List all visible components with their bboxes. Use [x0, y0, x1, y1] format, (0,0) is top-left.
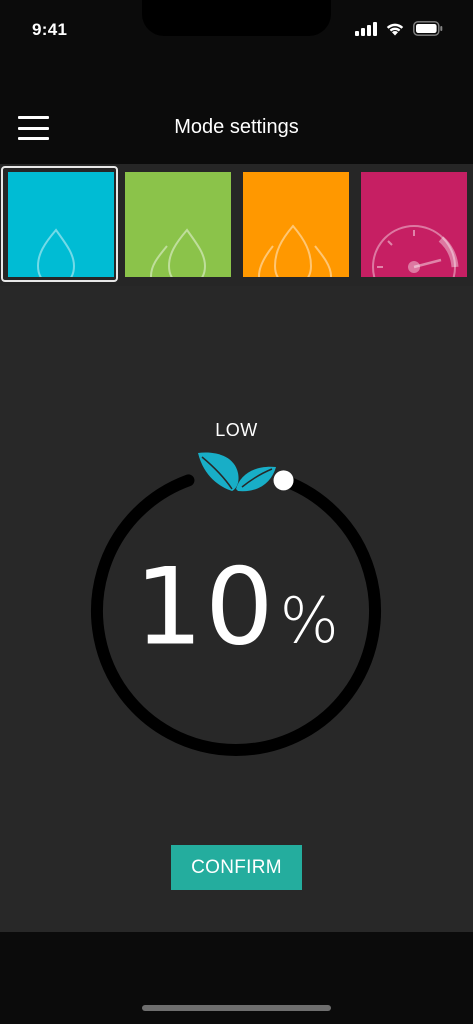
mode-tile-4[interactable] — [361, 172, 467, 277]
mode-tile-3[interactable] — [243, 172, 349, 277]
signal-icon — [355, 21, 377, 41]
percent-readout: 10 % — [0, 554, 473, 664]
app-header: Mode settings — [0, 96, 473, 162]
confirm-button[interactable]: CONFIRM — [171, 845, 302, 890]
dial-knob — [273, 470, 294, 491]
triple-flame-icon — [257, 224, 333, 277]
main-panel: LOW 10 % CONFIRM — [0, 286, 473, 932]
battery-icon — [413, 21, 443, 41]
percent-value: 10 — [134, 546, 276, 669]
mode-tile-2[interactable] — [125, 172, 231, 277]
speedometer-icon — [372, 225, 459, 277]
eco-leaves-icon — [198, 452, 276, 492]
page-title: Mode settings — [174, 116, 299, 138]
status-icons — [355, 21, 443, 41]
camera-notch — [142, 0, 331, 36]
percent-unit: % — [279, 584, 339, 657]
status-bar: 9:41 — [0, 0, 473, 64]
wifi-icon — [385, 21, 405, 41]
home-indicator[interactable] — [142, 1005, 331, 1011]
double-flame-icon — [149, 228, 207, 277]
mode-selector — [0, 164, 473, 286]
mode-tile-1[interactable] — [8, 172, 114, 277]
status-time: 9:41 — [32, 20, 68, 39]
single-flame-icon — [36, 228, 76, 277]
